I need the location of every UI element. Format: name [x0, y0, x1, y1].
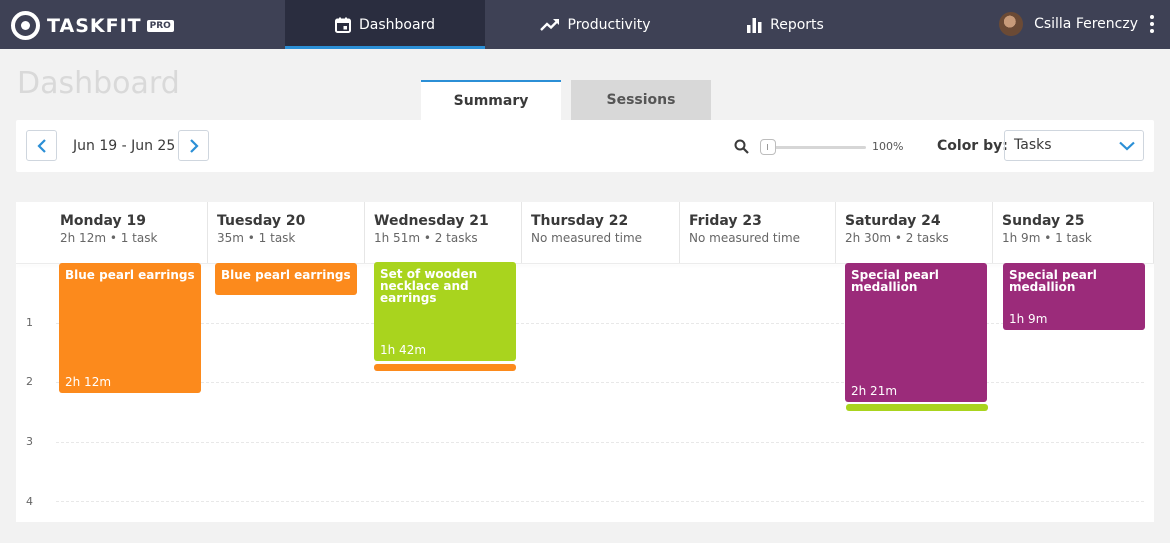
- day-name: Tuesday 20: [217, 213, 306, 229]
- next-week-button[interactable]: [178, 130, 209, 161]
- tab-sessions[interactable]: Sessions: [571, 80, 711, 120]
- more-options-icon[interactable]: [1150, 15, 1154, 33]
- nav-tab-reports[interactable]: Reports: [700, 0, 870, 49]
- task-title: Blue pearl earrings: [65, 268, 195, 282]
- task-block[interactable]: Set of wooden necklace and earrings 1h 4…: [374, 262, 516, 361]
- day-name: Thursday 22: [531, 213, 629, 229]
- task-title: Special pearl medallion: [1009, 268, 1097, 294]
- week-calendar: Monday 19 2h 12m • 1 task Tuesday 20 35m…: [16, 202, 1154, 522]
- day-summary: 35m • 1 task: [217, 231, 296, 245]
- avatar[interactable]: [999, 12, 1024, 36]
- page-title: Dashboard: [17, 66, 180, 101]
- task-block[interactable]: Special pearl medallion 1h 9m: [1003, 263, 1145, 330]
- color-by-label: Color by:: [937, 138, 1008, 154]
- hour-gridline: [56, 442, 1144, 443]
- task-duration: 2h 12m: [65, 375, 112, 389]
- hour-label: 1: [26, 316, 33, 329]
- task-block[interactable]: Blue pearl earrings: [215, 263, 357, 295]
- task-duration: 1h 9m: [1009, 312, 1048, 326]
- nav-tab-label: Dashboard: [359, 16, 435, 33]
- task-segment-bar[interactable]: [374, 364, 516, 371]
- chevron-down-icon: [1119, 141, 1135, 151]
- day-summary: 2h 12m • 1 task: [60, 231, 158, 245]
- day-summary: No measured time: [531, 231, 643, 245]
- task-title: Special pearl medallion: [851, 268, 939, 294]
- task-segment-bar[interactable]: [846, 404, 988, 411]
- pro-badge: PRO: [146, 19, 174, 32]
- hour-label: 2: [26, 375, 33, 388]
- top-nav-bar: TASKFIT PRO Dashboard Productivity Repor…: [0, 0, 1170, 49]
- previous-week-button[interactable]: [26, 130, 57, 161]
- logo-icon: [11, 11, 40, 40]
- user-name: Csilla Ferenczy: [1034, 16, 1138, 32]
- task-duration: 1h 42m: [380, 343, 427, 357]
- task-block[interactable]: Blue pearl earrings 2h 12m: [59, 263, 201, 393]
- hour-label: 4: [26, 495, 33, 508]
- app-logo[interactable]: TASKFIT PRO: [11, 11, 174, 40]
- day-summary: 1h 9m • 1 task: [1002, 231, 1092, 245]
- task-title: Blue pearl earrings: [221, 268, 351, 282]
- day-name: Wednesday 21: [374, 213, 489, 229]
- day-name: Sunday 25: [1002, 213, 1085, 229]
- zoom-value: 100%: [872, 140, 904, 153]
- bar-chart-icon: [746, 17, 762, 33]
- calendar-icon: [335, 17, 352, 33]
- nav-tab-dashboard[interactable]: Dashboard: [285, 0, 485, 49]
- tab-summary[interactable]: Summary: [421, 80, 561, 120]
- zoom-slider-handle[interactable]: [760, 139, 776, 155]
- search-icon: [734, 139, 749, 158]
- day-header[interactable]: Friday 23 No measured time: [680, 202, 836, 263]
- color-by-select[interactable]: Tasks: [1004, 130, 1144, 161]
- hour-label: 3: [26, 435, 33, 448]
- calendar-toolbar: Jun 19 - Jun 25 100% Color by: Tasks: [16, 120, 1154, 172]
- day-header[interactable]: Tuesday 20 35m • 1 task: [208, 202, 365, 263]
- day-summary: 1h 51m • 2 tasks: [374, 231, 478, 245]
- day-summary: 2h 30m • 2 tasks: [845, 231, 949, 245]
- zoom-slider[interactable]: [760, 139, 866, 155]
- chevron-right-icon: [189, 138, 199, 153]
- day-name: Friday 23: [689, 213, 762, 229]
- day-summary: No measured time: [689, 231, 801, 245]
- hour-gridline: [56, 501, 1144, 502]
- nav-tab-label: Productivity: [567, 16, 651, 33]
- nav-tab-label: Reports: [770, 16, 824, 33]
- task-title: Set of wooden necklace and earrings: [380, 267, 478, 305]
- date-range-label: Jun 19 - Jun 25: [73, 138, 176, 154]
- day-name: Saturday 24: [845, 213, 941, 229]
- nav-tab-productivity[interactable]: Productivity: [500, 0, 690, 49]
- day-name: Monday 19: [60, 213, 147, 229]
- chevron-left-icon: [36, 138, 46, 153]
- day-header[interactable]: Monday 19 2h 12m • 1 task: [16, 202, 208, 263]
- color-by-value: Tasks: [1014, 137, 1052, 153]
- user-menu[interactable]: Csilla Ferenczy: [999, 12, 1154, 36]
- trend-icon: [539, 18, 560, 32]
- day-header[interactable]: Thursday 22 No measured time: [522, 202, 680, 263]
- day-header[interactable]: Saturday 24 2h 30m • 2 tasks: [836, 202, 993, 263]
- day-header[interactable]: Wednesday 21 1h 51m • 2 tasks: [365, 202, 522, 263]
- app-name: TASKFIT: [47, 14, 142, 37]
- task-duration: 2h 21m: [851, 384, 898, 398]
- task-block[interactable]: Special pearl medallion 2h 21m: [845, 263, 987, 402]
- day-header[interactable]: Sunday 25 1h 9m • 1 task: [993, 202, 1154, 263]
